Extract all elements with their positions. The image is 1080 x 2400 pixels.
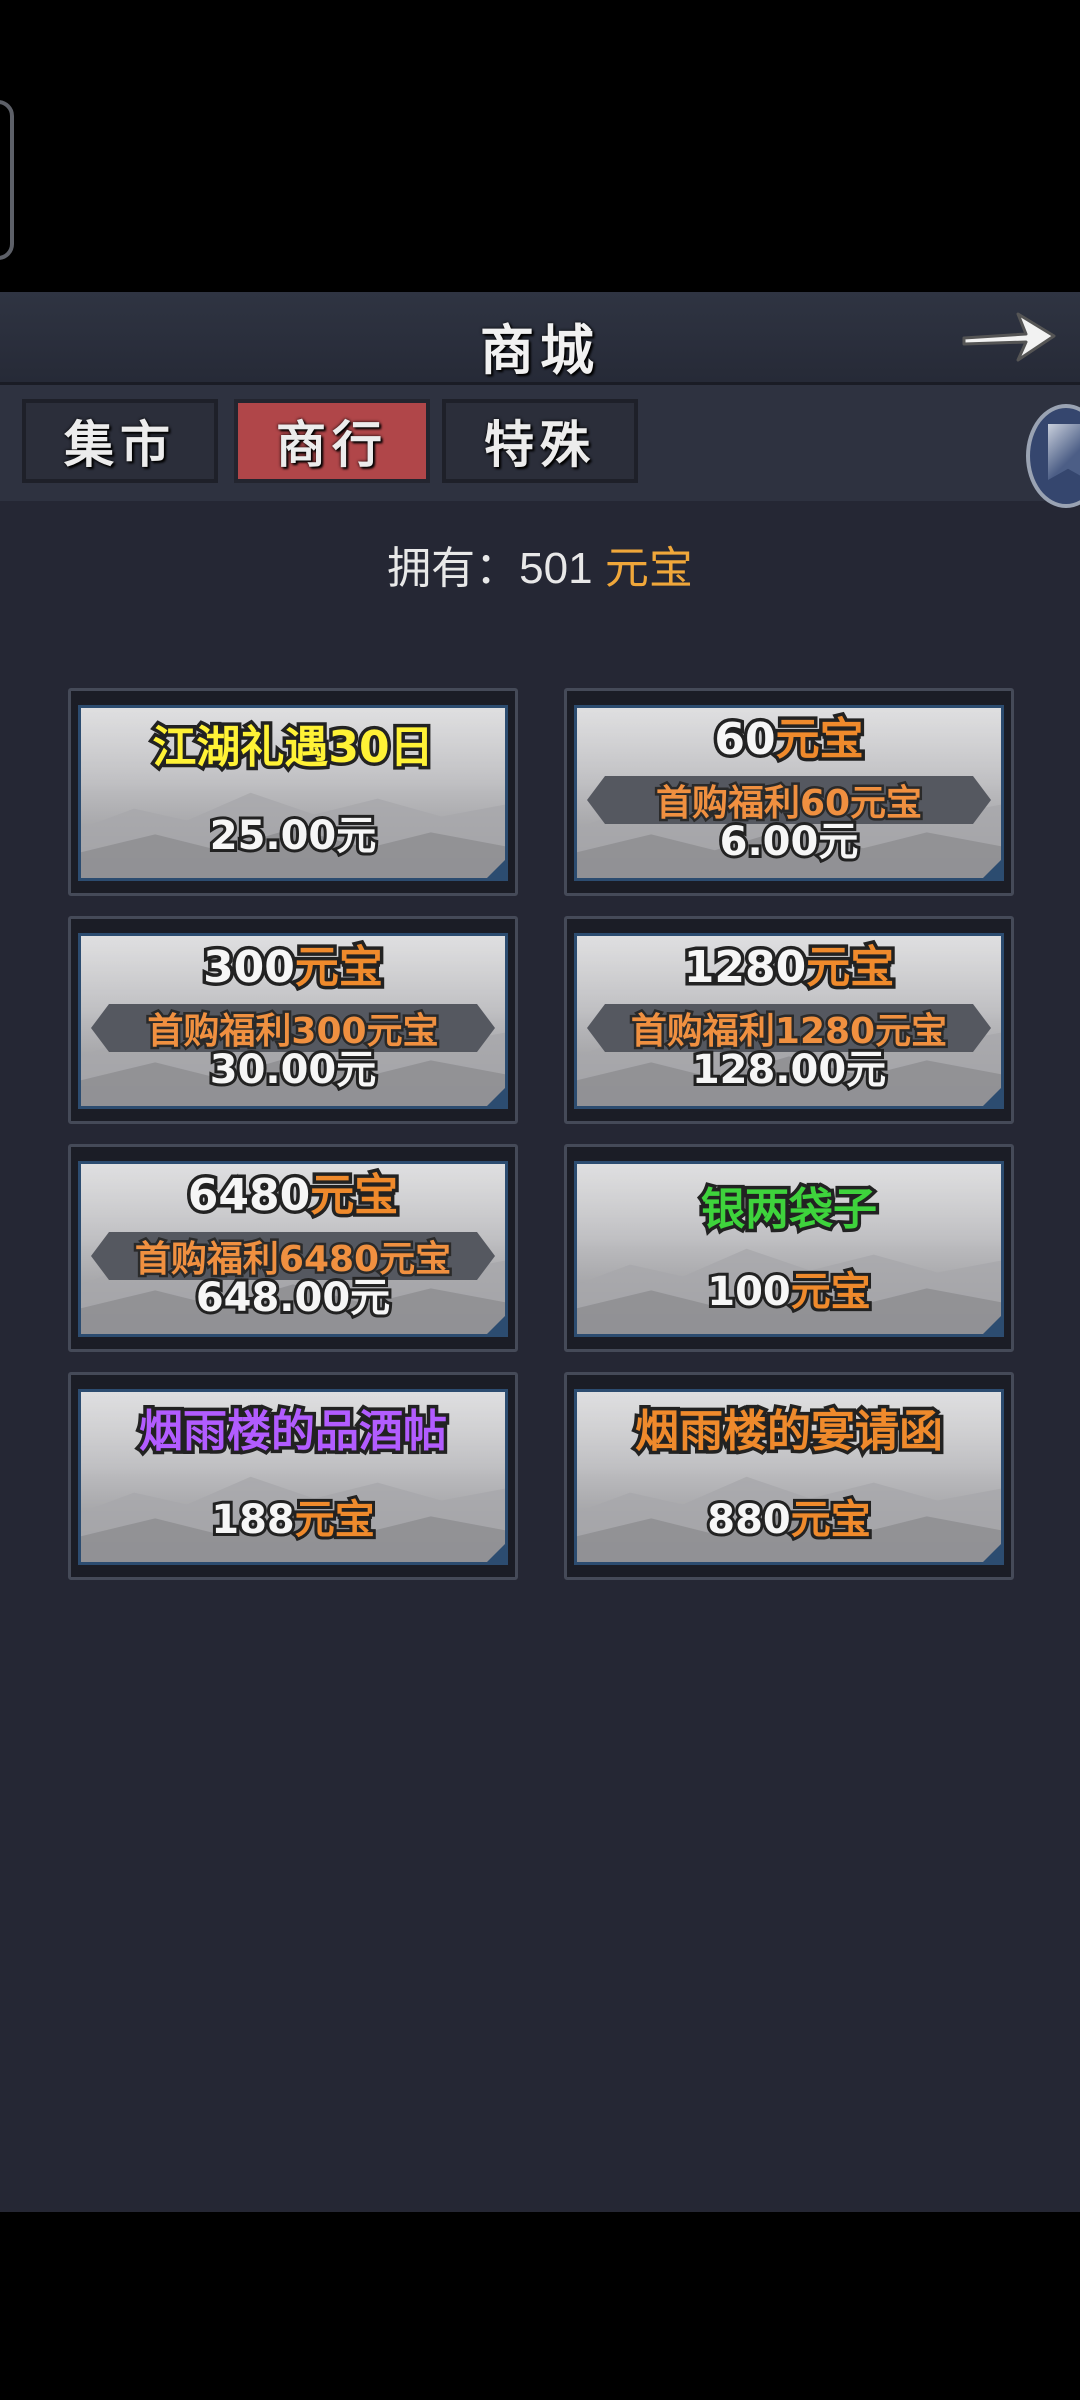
card-background: 6480元宝 首购福利6480元宝 648.00元 (78, 1161, 508, 1337)
item-name: 60元宝 (577, 710, 1001, 770)
shop-item-card[interactable]: 6480元宝 首购福利6480元宝 648.00元 (68, 1144, 518, 1352)
card-background: 烟雨楼的品酒帖 188元宝 (78, 1389, 508, 1565)
card-corner-decoration (983, 1544, 1001, 1562)
balance-label: 拥有： (387, 544, 520, 593)
shop-item-card[interactable]: 60元宝 首购福利60元宝 6.00元 (564, 688, 1014, 896)
card-background: 60元宝 首购福利60元宝 6.00元 (574, 705, 1004, 881)
tab-label: 集市 (64, 415, 176, 474)
frame-corner-decoration (0, 100, 14, 260)
card-corner-decoration (983, 860, 1001, 878)
card-corner-decoration (487, 1544, 505, 1562)
shop-item-card[interactable]: 300元宝 首购福利300元宝 30.00元 (68, 916, 518, 1124)
page-title: 商城 (480, 318, 600, 382)
tab-market[interactable]: 集市 (22, 399, 218, 483)
balance-currency: 元宝 (604, 544, 693, 593)
shop-item-card[interactable]: 烟雨楼的宴请函 880元宝 (564, 1372, 1014, 1580)
card-background: 300元宝 首购福利300元宝 30.00元 (78, 933, 508, 1109)
shop-item-card[interactable]: 1280元宝 首购福利1280元宝 128.00元 (564, 916, 1014, 1124)
card-corner-decoration (983, 1088, 1001, 1106)
balance-amount: 501 (519, 544, 593, 593)
item-price: 6.00元 (717, 816, 862, 868)
price-unit: 元宝 (788, 1266, 874, 1318)
card-corner-decoration (487, 1088, 505, 1106)
price-amount: 100 (704, 1266, 793, 1318)
item-price: 880元宝 (577, 1492, 1001, 1548)
item-unit: 元宝 (307, 1167, 402, 1225)
item-name: 6480元宝 (81, 1166, 505, 1226)
shop-item-card[interactable]: 江湖礼遇30日 25.00元 (68, 688, 518, 896)
item-price: 128.00元 (689, 1044, 889, 1096)
item-name: 烟雨楼的品酒帖 (136, 1403, 451, 1461)
item-price: 25.00元 (207, 810, 380, 862)
price-unit: 元宝 (788, 1494, 874, 1546)
card-background: 银两袋子 100元宝 (574, 1161, 1004, 1337)
item-amount: 60 (711, 711, 779, 769)
card-background: 烟雨楼的宴请函 880元宝 (574, 1389, 1004, 1565)
price-unit: 元宝 (292, 1494, 378, 1546)
card-background: 江湖礼遇30日 25.00元 (78, 705, 508, 881)
balance-display: 拥有：501 元宝 (0, 532, 1080, 596)
item-unit: 元宝 (291, 939, 386, 997)
item-name: 银两袋子 (698, 1181, 881, 1239)
card-corner-decoration (487, 860, 505, 878)
back-arrow-icon[interactable] (956, 300, 1060, 372)
item-amount: 300 (200, 939, 299, 997)
tab-label: 商行 (276, 415, 388, 474)
card-corner-decoration (487, 1316, 505, 1334)
item-amount: 6480 (184, 1167, 313, 1225)
tab-special[interactable]: 特殊 (442, 399, 638, 483)
price-amount: 188 (208, 1494, 297, 1546)
header-bar: 商城 (0, 292, 1080, 385)
shop-screen: 商城 集市 商行 特殊 拥有：501 元宝 江湖礼遇30日 25.00元 60元… (0, 292, 1080, 2212)
item-price: 30.00元 (207, 1044, 380, 1096)
item-amount: 1280 (680, 939, 809, 997)
tab-bar: 集市 商行 特殊 (0, 385, 1080, 501)
item-name: 1280元宝 (577, 938, 1001, 998)
item-price: 648.00元 (193, 1272, 393, 1324)
status-area (0, 0, 1080, 292)
item-unit: 元宝 (803, 939, 898, 997)
card-background: 1280元宝 首购福利1280元宝 128.00元 (574, 933, 1004, 1109)
item-name: 300元宝 (81, 938, 505, 998)
shop-item-card[interactable]: 银两袋子 100元宝 (564, 1144, 1014, 1352)
item-name: 烟雨楼的宴请函 (632, 1403, 947, 1461)
navigation-area (0, 2212, 1080, 2400)
tab-label: 特殊 (484, 415, 596, 474)
item-price: 188元宝 (81, 1492, 505, 1548)
tab-trade[interactable]: 商行 (234, 399, 430, 483)
item-unit: 元宝 (772, 711, 867, 769)
item-price: 100元宝 (577, 1264, 1001, 1320)
shop-item-card[interactable]: 烟雨楼的品酒帖 188元宝 (68, 1372, 518, 1580)
card-corner-decoration (983, 1316, 1001, 1334)
price-amount: 880 (704, 1494, 793, 1546)
item-name: 江湖礼遇30日 (149, 719, 437, 777)
